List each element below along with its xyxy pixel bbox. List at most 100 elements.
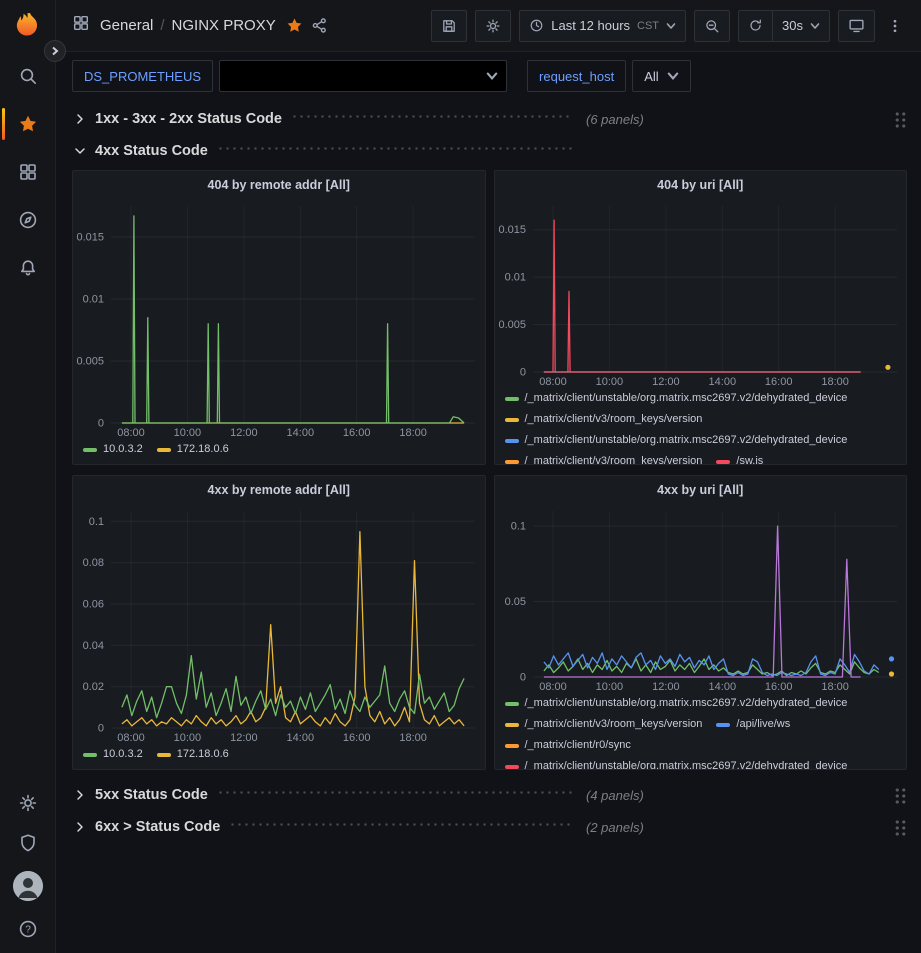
panel-title[interactable]: 4xx by remote addr [All] [73, 476, 485, 503]
star-icon [18, 114, 38, 134]
gear-icon [18, 793, 38, 813]
dashboard-content: 1xx - 3xx - 2xx Status Code (6 panels) 4… [56, 104, 921, 842]
zoom-out-button[interactable] [694, 10, 730, 42]
legend-item[interactable]: /_matrix/client/v3/room_keys/version [505, 451, 703, 464]
svg-text:18:00: 18:00 [399, 427, 427, 439]
legend-item[interactable]: 172.18.0.6 [157, 439, 229, 460]
row-header-4xx[interactable]: 4xx Status Code [72, 136, 907, 166]
panel-title[interactable]: 404 by uri [All] [495, 171, 907, 198]
help-icon: ? [18, 919, 38, 939]
row-header-1xx-3xx-2xx[interactable]: 1xx - 3xx - 2xx Status Code (6 panels) [72, 104, 907, 134]
chevron-right-icon [72, 787, 88, 803]
time-series-chart[interactable]: 00.050.108:0010:0012:0014:0016:0018:00 [495, 503, 907, 693]
row-panel-count: (2 panels) [586, 820, 644, 835]
svg-text:10:00: 10:00 [595, 681, 623, 693]
monitor-icon [848, 17, 865, 34]
svg-text:08:00: 08:00 [117, 732, 145, 744]
svg-text:0.06: 0.06 [83, 599, 104, 611]
chart-svg: 00.050.108:0010:0012:0014:0016:0018:00 [495, 503, 907, 693]
chart-svg: 00.0050.010.01508:0010:0012:0014:0016:00… [495, 198, 907, 388]
panel-legend: /_matrix/client/unstable/org.matrix.msc2… [495, 388, 907, 464]
share-button[interactable] [307, 13, 332, 38]
dashboard-settings-button[interactable] [475, 10, 511, 42]
shield-icon [18, 833, 38, 853]
time-range-picker[interactable]: Last 12 hours CST [519, 10, 686, 42]
variable-label-ds-prometheus[interactable]: DS_PROMETHEUS [72, 60, 213, 92]
panel-4xx-by-remote-addr: 4xx by remote addr [All] 00.020.040.060.… [72, 475, 486, 770]
legend-item[interactable]: /sw.js [716, 451, 763, 464]
svg-text:10:00: 10:00 [174, 732, 202, 744]
topbar: General / NGINX PROXY [56, 0, 921, 52]
svg-text:0.005: 0.005 [498, 319, 526, 331]
save-dashboard-button[interactable] [431, 10, 467, 42]
favorite-star-button[interactable] [282, 13, 307, 38]
kebab-menu-button[interactable] [883, 14, 907, 38]
breadcrumb-dashboard-title[interactable]: NGINX PROXY [172, 17, 276, 34]
legend-item[interactable]: /_matrix/client/v3/room_keys/version [505, 714, 703, 735]
sidebar-item-starred[interactable] [0, 100, 56, 148]
variable-value-request-host[interactable]: All [632, 60, 690, 92]
breadcrumb-separator: / [160, 17, 164, 34]
sidebar-expand-toggle[interactable] [44, 40, 66, 62]
sidebar-item-server-admin[interactable] [0, 831, 56, 855]
legend-series-marker [505, 439, 519, 443]
chevron-down-icon [486, 70, 498, 82]
sidebar-item-explore[interactable] [0, 196, 56, 244]
row-drag-handle[interactable] [894, 819, 907, 837]
panel-grid-row-b: 4xx by remote addr [All] 00.020.040.060.… [72, 475, 907, 770]
sidebar: ? [0, 0, 56, 953]
legend-item[interactable]: /_matrix/client/r0/sync [505, 735, 631, 756]
cycle-view-mode-button[interactable] [838, 10, 875, 42]
sidebar-item-help[interactable]: ? [0, 917, 56, 941]
legend-series-marker [716, 460, 730, 464]
svg-text:0.1: 0.1 [89, 516, 104, 528]
legend-item[interactable]: /_matrix/client/unstable/org.matrix.msc2… [505, 430, 848, 451]
zoom-out-icon [704, 18, 720, 34]
time-series-chart[interactable]: 00.0050.010.01508:0010:0012:0014:0016:00… [495, 198, 907, 388]
row-leader-dots [217, 791, 572, 794]
legend-item[interactable]: 172.18.0.6 [157, 744, 229, 765]
svg-text:0.01: 0.01 [504, 272, 525, 284]
legend-series-marker [505, 723, 519, 727]
chevron-right-icon [50, 46, 60, 56]
svg-text:?: ? [25, 925, 31, 936]
chevron-down-icon [666, 21, 676, 31]
sidebar-item-dashboards[interactable] [0, 148, 56, 196]
panel-title[interactable]: 4xx by uri [All] [495, 476, 907, 503]
refresh-button[interactable] [738, 10, 773, 42]
variable-value-ds-prometheus[interactable] [219, 60, 507, 92]
svg-text:08:00: 08:00 [117, 427, 145, 439]
time-series-chart[interactable]: 00.020.040.060.080.108:0010:0012:0014:00… [73, 503, 485, 744]
grafana-flame-icon [13, 11, 43, 41]
variable-label-request-host[interactable]: request_host [527, 60, 626, 92]
gear-icon [485, 18, 501, 34]
legend-item[interactable]: /_matrix/client/unstable/org.matrix.msc2… [505, 756, 848, 769]
legend-item[interactable]: /_matrix/client/unstable/org.matrix.msc2… [505, 388, 848, 409]
chart-svg: 00.020.040.060.080.108:0010:0012:0014:00… [73, 503, 485, 744]
svg-text:0.02: 0.02 [83, 681, 104, 693]
breadcrumb-folder[interactable]: General [100, 17, 153, 34]
svg-text:0: 0 [519, 672, 525, 684]
legend-item[interactable]: 10.0.3.2 [83, 439, 143, 460]
sidebar-item-alerting[interactable] [0, 244, 56, 292]
legend-item[interactable]: 10.0.3.2 [83, 744, 143, 765]
user-avatar[interactable] [13, 871, 43, 901]
legend-item[interactable]: /api/live/ws [716, 714, 790, 735]
time-series-chart[interactable]: 00.0050.010.01508:0010:0012:0014:0016:00… [73, 198, 485, 439]
row-drag-handle[interactable] [894, 111, 907, 129]
svg-text:12:00: 12:00 [230, 732, 258, 744]
time-range-label: Last 12 hours [551, 18, 630, 33]
refresh-interval-label: 30s [782, 18, 803, 33]
legend-item[interactable]: /_matrix/client/v3/room_keys/version [505, 409, 703, 430]
row-header-6xx[interactable]: 6xx > Status Code (2 panels) [72, 812, 907, 842]
refresh-interval-dropdown[interactable]: 30s [773, 10, 830, 42]
row-title: 6xx > Status Code [95, 819, 220, 835]
row-header-5xx[interactable]: 5xx Status Code (4 panels) [72, 780, 907, 810]
panel-title[interactable]: 404 by remote addr [All] [73, 171, 485, 198]
row-drag-handle[interactable] [894, 787, 907, 805]
svg-text:18:00: 18:00 [821, 376, 849, 388]
row-title: 5xx Status Code [95, 787, 208, 803]
legend-item[interactable]: /_matrix/client/unstable/org.matrix.msc2… [505, 693, 848, 714]
panel-legend: 10.0.3.2 172.18.0.6 [73, 744, 485, 769]
sidebar-item-configuration[interactable] [0, 791, 56, 815]
